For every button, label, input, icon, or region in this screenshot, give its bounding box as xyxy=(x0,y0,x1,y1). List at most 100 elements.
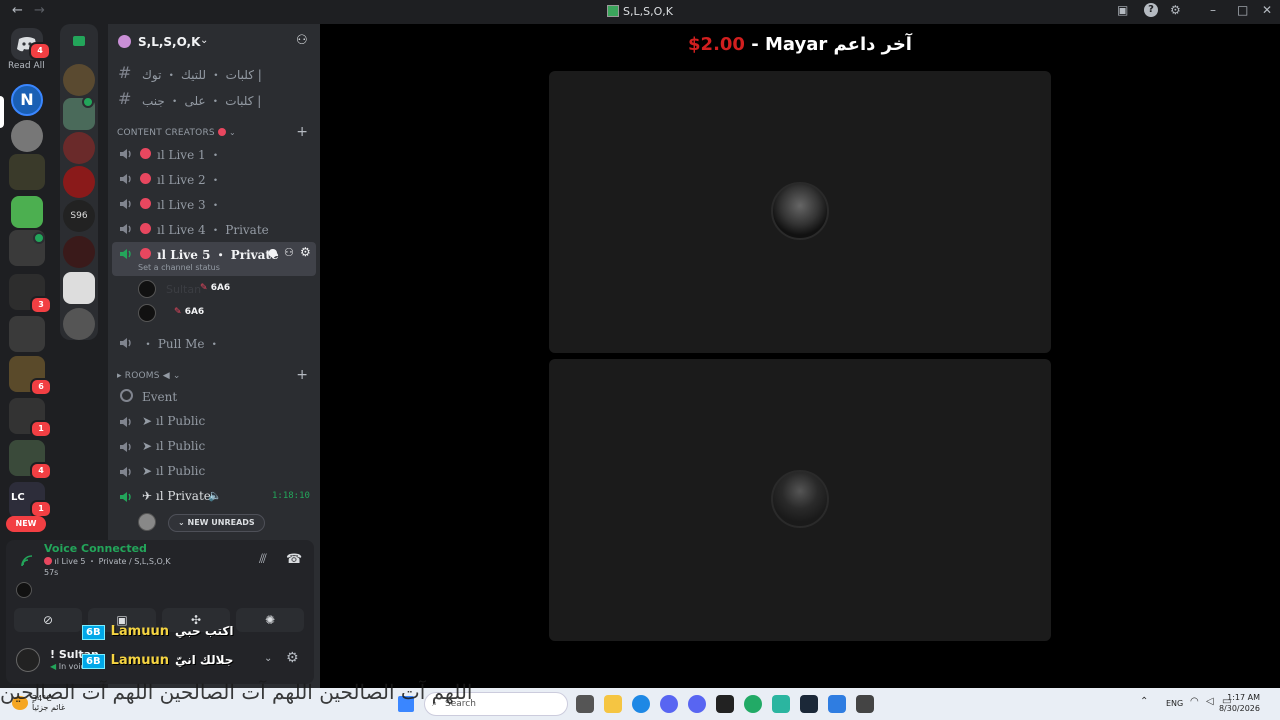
speaker-icon xyxy=(120,467,131,477)
folder-badge: 1 xyxy=(30,420,52,438)
speaker-locked-icon xyxy=(120,199,131,209)
live-dot-icon xyxy=(140,248,151,259)
game-badge-icon: 6B xyxy=(82,625,105,640)
server-icon-grey[interactable] xyxy=(63,308,95,340)
add-channel-icon[interactable]: + xyxy=(296,367,308,383)
voice-channel-public[interactable]: ➤ ıl Public xyxy=(112,410,316,434)
avatar xyxy=(138,304,156,322)
speaker-icon: 🔈 xyxy=(208,489,222,502)
voice-channel-live-5[interactable]: ıl Live 5 ・ Private ● ⚇ ⚙ Set a channel … xyxy=(112,242,316,276)
speaker-icon xyxy=(120,442,131,452)
game-badge-icon: 6B xyxy=(82,654,105,669)
read-all-button[interactable]: Read All xyxy=(8,61,45,71)
overlay-chat-line: 6B Lamuun جلالك انيّ xyxy=(82,649,233,669)
category-rooms[interactable]: ▸ ROOMS ◀ ⌄ xyxy=(117,371,181,381)
chat-bubble-icon[interactable]: ● xyxy=(268,246,278,259)
live-dot-icon xyxy=(217,128,226,136)
voice-active-badge xyxy=(82,96,94,108)
voice-channel-live-1[interactable]: ıl Live 1 ・ xyxy=(112,142,316,166)
donor-banner: $2.00 - Mayar آخر داعم xyxy=(688,34,912,55)
settings-icon[interactable]: ⚙ xyxy=(1170,3,1181,17)
speaker-locked-icon xyxy=(120,224,131,234)
voice-active-badge xyxy=(33,232,45,244)
stage-icon xyxy=(120,389,133,402)
voice-channel-private[interactable]: ✈ ıl Private 🔈 1:18:10 xyxy=(112,485,316,509)
invite-icon[interactable]: ⚇ xyxy=(284,246,294,259)
server-icon-white[interactable] xyxy=(63,272,95,304)
hash-icon: # xyxy=(118,89,132,108)
avatar[interactable] xyxy=(16,582,32,598)
hash-icon: # xyxy=(118,63,132,82)
disconnect-icon[interactable]: ☎ xyxy=(286,552,302,567)
server-boost-icon xyxy=(118,35,131,48)
voice-connected-status[interactable]: Voice Connected xyxy=(44,542,147,555)
participant-avatar xyxy=(771,182,829,240)
add-channel-icon[interactable]: + xyxy=(296,124,308,140)
live-dot-icon xyxy=(140,173,151,184)
voice-channel-live-3[interactable]: ıl Live 3 ・ xyxy=(112,192,316,216)
overlay-chat-line: 6B Lamuun اكتب حبي xyxy=(82,620,234,640)
text-channel[interactable]: # كلبات ・ على ・ جنب | xyxy=(112,88,316,110)
server-icon-596[interactable]: S96 xyxy=(63,200,95,232)
server-folder-4[interactable] xyxy=(9,316,45,352)
voice-channel-live-2[interactable]: ıl Live 2 ・ xyxy=(112,167,316,191)
new-unreads-pill[interactable]: NEW xyxy=(6,516,46,532)
server-folder-1[interactable] xyxy=(9,154,45,190)
voice-elapsed: 57s xyxy=(44,568,59,577)
category-content-creators[interactable]: CONTENT CREATORS ⌄ xyxy=(117,128,236,138)
server-app-icon xyxy=(607,5,620,17)
server-icon-red[interactable] xyxy=(63,132,95,164)
voice-channel-live-4[interactable]: ıl Live 4 ・ Private xyxy=(112,217,316,241)
channel-timer: 1:18:10 xyxy=(272,491,310,501)
server-icon-wolf[interactable] xyxy=(11,120,43,152)
participant-avatar xyxy=(771,470,829,528)
server-header[interactable]: S,L,S,O,K ⌄ ⚇ xyxy=(108,24,320,60)
overlay-background-text: اللهم آت الصالحين اللهم آت الصالحين الله… xyxy=(0,680,473,704)
user-settings-gear-icon[interactable]: ⚙ xyxy=(286,650,299,666)
participant-tile[interactable] xyxy=(549,71,1051,353)
signal-icon[interactable] xyxy=(20,554,34,568)
minimize-icon[interactable]: – xyxy=(1210,3,1216,17)
voice-channel-public[interactable]: ➤ ıl Public xyxy=(112,435,316,459)
voice-channel-pull-me[interactable]: ・ Pull Me ・ xyxy=(112,331,316,355)
server-folder-expanded: S96 xyxy=(60,24,98,340)
live-dot-icon xyxy=(140,148,151,159)
folder-badge: 4 xyxy=(30,462,52,480)
noise-suppression-icon[interactable]: ⫻ xyxy=(259,552,267,567)
chevron-down-icon[interactable]: ⌄ xyxy=(200,35,208,46)
chevron-down-icon: ⌄ xyxy=(228,128,236,137)
speaker-locked-icon xyxy=(120,149,131,159)
help-icon[interactable]: ? xyxy=(1144,3,1158,17)
soundboard-button[interactable]: ✺ xyxy=(236,608,304,632)
channel-status-hint[interactable]: Set a channel status xyxy=(138,263,220,272)
user-avatar[interactable] xyxy=(16,648,40,672)
voice-channel-public[interactable]: ➤ ıl Public xyxy=(112,460,316,484)
window-title: S,L,S,O,K xyxy=(0,5,1280,18)
invite-user-icon[interactable]: ⚇ xyxy=(296,33,308,48)
server-icon-fa[interactable] xyxy=(63,64,95,96)
close-icon[interactable]: ✕ xyxy=(1262,3,1272,17)
voice-channel-path[interactable]: ıl Live 5 ・ Private / S,L,S,O,K xyxy=(44,556,171,567)
voice-stage: $2.00 - Mayar آخر داعم xyxy=(320,24,1280,688)
home-badge: 4 xyxy=(29,42,51,60)
gear-icon[interactable]: ⚙ xyxy=(300,245,311,259)
speaker-connected-icon xyxy=(120,249,131,259)
server-icon-n[interactable]: N xyxy=(11,84,43,116)
participant-tile[interactable] xyxy=(549,359,1051,641)
folder-badge: 6 xyxy=(30,378,52,396)
speaker-locked-icon xyxy=(120,174,131,184)
speaker-icon: ◀ xyxy=(50,662,57,671)
maximize-icon[interactable]: □ xyxy=(1237,3,1248,17)
inbox-icon[interactable]: ▣ xyxy=(1117,3,1128,17)
folder-icon[interactable] xyxy=(73,36,85,46)
text-channel[interactable]: # كلبات ・ للتيك ・ توك | xyxy=(112,62,316,84)
chevron-down-icon[interactable]: ⌄ xyxy=(264,653,272,664)
stage-channel-event[interactable]: Event xyxy=(112,386,316,410)
new-unreads-button[interactable]: ⌄ NEW UNREADS xyxy=(168,514,265,532)
camera-off-button[interactable]: ⊘ xyxy=(14,608,82,632)
server-icon-dark[interactable] xyxy=(63,236,95,268)
avatar xyxy=(138,513,156,531)
server-icon-logo[interactable] xyxy=(63,166,95,198)
selected-pill xyxy=(0,96,4,128)
server-icon-minecraft[interactable] xyxy=(11,196,43,228)
